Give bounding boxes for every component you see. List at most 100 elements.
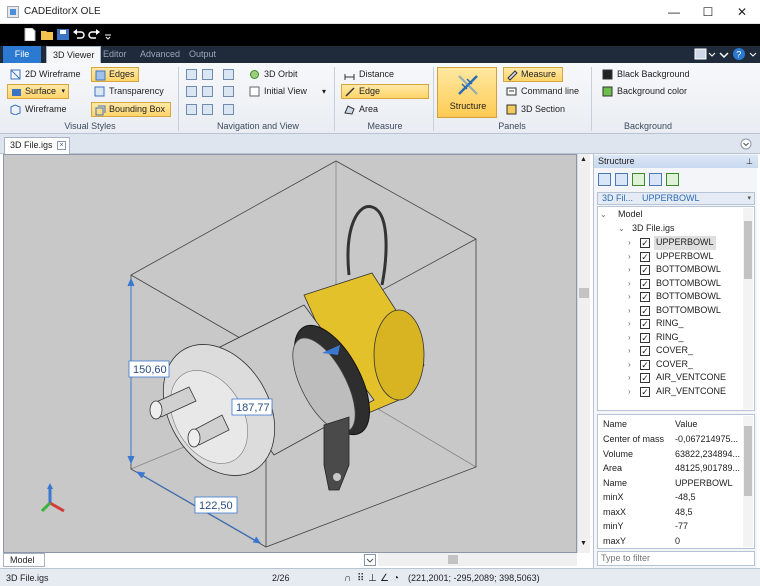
breadcrumb-current[interactable]: UPPERBOWL bbox=[642, 193, 700, 204]
hscroll-thumb[interactable] bbox=[448, 555, 458, 564]
rotate-view-icon[interactable] bbox=[186, 104, 197, 115]
property-row[interactable]: minY -77 bbox=[598, 519, 744, 534]
customize-qat-icon[interactable] bbox=[104, 28, 112, 41]
visibility-checkbox[interactable]: ✓ bbox=[640, 278, 650, 289]
viewport-vertical-scrollbar[interactable]: ▲ ▼ bbox=[577, 154, 590, 553]
tree-scroll-thumb[interactable] bbox=[744, 221, 752, 279]
select-all-icon[interactable] bbox=[666, 173, 679, 186]
view-cube-icon[interactable] bbox=[202, 104, 213, 115]
breadcrumb-dropdown-icon[interactable]: ▾ bbox=[747, 193, 751, 204]
close-document-icon[interactable]: × bbox=[57, 141, 66, 150]
property-row[interactable]: minX -48,5 bbox=[598, 490, 744, 505]
zoom-extents-icon[interactable] bbox=[202, 86, 213, 97]
pin-icon[interactable]: ⊥ bbox=[746, 155, 753, 168]
polar-icon[interactable]: ∠ bbox=[380, 573, 389, 584]
visibility-checkbox[interactable]: ✓ bbox=[640, 292, 650, 302]
new-file-icon[interactable] bbox=[24, 28, 36, 41]
style-menu-icon[interactable] bbox=[694, 48, 716, 61]
section-3d-button[interactable]: 3D Section bbox=[503, 102, 565, 117]
properties-scroll-thumb[interactable] bbox=[744, 426, 752, 496]
pan-icon[interactable] bbox=[186, 69, 197, 80]
bounding-box-button[interactable]: Bounding Box bbox=[91, 102, 171, 117]
fit-view-icon[interactable] bbox=[186, 86, 197, 97]
tab-3d-viewer[interactable]: 3D Viewer bbox=[46, 46, 102, 63]
export-icon[interactable] bbox=[649, 173, 662, 186]
filter-field[interactable] bbox=[597, 551, 755, 566]
osnap-icon[interactable]: ◔ bbox=[393, 573, 399, 584]
visibility-checkbox[interactable]: ✓ bbox=[640, 373, 650, 383]
minimize-button[interactable]: — bbox=[657, 0, 691, 24]
wireframe-2d-button[interactable]: 2D Wireframe bbox=[7, 67, 81, 82]
measure-panel-button[interactable]: Measure bbox=[503, 67, 563, 82]
help-dropdown-icon[interactable] bbox=[748, 48, 758, 61]
initial-view-dropdown-icon[interactable]: ▾ bbox=[322, 87, 326, 96]
property-row[interactable]: Volume 63822,234894... bbox=[598, 447, 744, 462]
expand-arrow-icon[interactable]: › bbox=[628, 277, 636, 291]
distance-button[interactable]: Distance bbox=[341, 67, 394, 82]
help-icon[interactable]: ? bbox=[732, 47, 746, 61]
columns-view-icon[interactable] bbox=[615, 173, 628, 186]
command-line-button[interactable]: Command line bbox=[503, 84, 579, 99]
expand-arrow-icon[interactable]: › bbox=[628, 317, 636, 331]
expand-arrow-icon[interactable]: › bbox=[628, 371, 636, 385]
visibility-checkbox[interactable]: ✓ bbox=[640, 265, 650, 275]
edges-button[interactable]: Edges bbox=[91, 67, 139, 82]
layout-tabs-dropdown-icon[interactable] bbox=[364, 554, 376, 566]
undo-icon[interactable] bbox=[73, 28, 85, 41]
visibility-checkbox[interactable]: ✓ bbox=[640, 238, 650, 248]
transparency-button[interactable]: Transparency bbox=[91, 84, 164, 99]
visibility-checkbox[interactable]: ✓ bbox=[640, 305, 650, 316]
visibility-checkbox[interactable]: ✓ bbox=[640, 346, 650, 356]
tab-output[interactable]: Output bbox=[183, 46, 222, 63]
surface-button[interactable]: Surface ▾ bbox=[7, 84, 69, 99]
open-folder-icon[interactable] bbox=[41, 28, 53, 41]
wireframe-button[interactable]: Wireframe bbox=[7, 102, 67, 117]
edge-button[interactable]: Edge bbox=[341, 84, 429, 99]
list-view-icon[interactable] bbox=[598, 173, 611, 186]
scroll-up-icon[interactable]: ▲ bbox=[580, 156, 587, 163]
tab-advanced[interactable]: Advanced bbox=[134, 46, 186, 63]
ortho-icon[interactable]: ⊥ bbox=[368, 573, 377, 584]
expand-arrow-icon[interactable]: › bbox=[628, 290, 636, 304]
grid-icon[interactable]: ⠿ bbox=[357, 573, 364, 584]
redo-icon[interactable] bbox=[88, 28, 100, 41]
tree-scrollbar[interactable] bbox=[743, 208, 753, 409]
scroll-down-icon[interactable]: ▼ bbox=[580, 540, 587, 547]
refresh-icon[interactable] bbox=[632, 173, 645, 186]
maximize-button[interactable]: ☐ bbox=[691, 0, 725, 24]
panel-options-icon[interactable] bbox=[740, 138, 752, 150]
scroll-thumb[interactable] bbox=[579, 288, 589, 298]
zoom-window-icon[interactable] bbox=[202, 69, 213, 80]
filter-input[interactable] bbox=[601, 553, 751, 563]
visibility-checkbox[interactable]: ✓ bbox=[640, 359, 650, 370]
tab-editor[interactable]: Editor bbox=[97, 46, 133, 63]
expand-arrow-icon[interactable]: › bbox=[628, 263, 636, 277]
expand-arrow-icon[interactable]: › bbox=[628, 385, 636, 399]
initial-view-button[interactable]: Initial View bbox=[246, 84, 307, 99]
black-background-button[interactable]: Black Background bbox=[599, 67, 690, 82]
expand-arrow-icon[interactable]: › bbox=[628, 358, 636, 372]
visibility-checkbox[interactable]: ✓ bbox=[640, 386, 650, 397]
property-row[interactable]: Name UPPERBOWL bbox=[598, 476, 744, 491]
property-row[interactable]: maxX 48,5 bbox=[598, 505, 744, 520]
hand-icon[interactable] bbox=[223, 104, 234, 115]
property-row[interactable]: Area 48125,901789... bbox=[598, 461, 744, 476]
collapse-arrow-icon[interactable]: ⌄ bbox=[618, 222, 626, 236]
document-tab[interactable]: 3D File.igs × bbox=[4, 137, 70, 154]
property-row[interactable]: Center of mass -0,067214975... bbox=[598, 432, 744, 447]
expand-arrow-icon[interactable]: › bbox=[628, 236, 636, 250]
visibility-checkbox[interactable]: ✓ bbox=[640, 319, 650, 329]
expand-arrow-icon[interactable]: › bbox=[628, 344, 636, 358]
zoom-icon[interactable] bbox=[223, 69, 234, 80]
visibility-checkbox[interactable]: ✓ bbox=[640, 251, 650, 262]
snap-icon[interactable]: ∩ bbox=[344, 573, 351, 584]
save-icon[interactable] bbox=[57, 28, 69, 41]
tab-file[interactable]: File bbox=[3, 46, 41, 63]
viewport-horizontal-scrollbar[interactable] bbox=[378, 553, 577, 566]
model-tab[interactable]: Model bbox=[3, 553, 45, 567]
area-button[interactable]: Area bbox=[341, 102, 378, 117]
orbit-3d-button[interactable]: 3D Orbit bbox=[246, 67, 298, 82]
background-color-button[interactable]: Background color bbox=[599, 84, 687, 99]
minimize-ribbon-icon[interactable] bbox=[718, 48, 730, 61]
breadcrumb-root[interactable]: 3D Fil... bbox=[602, 193, 633, 204]
